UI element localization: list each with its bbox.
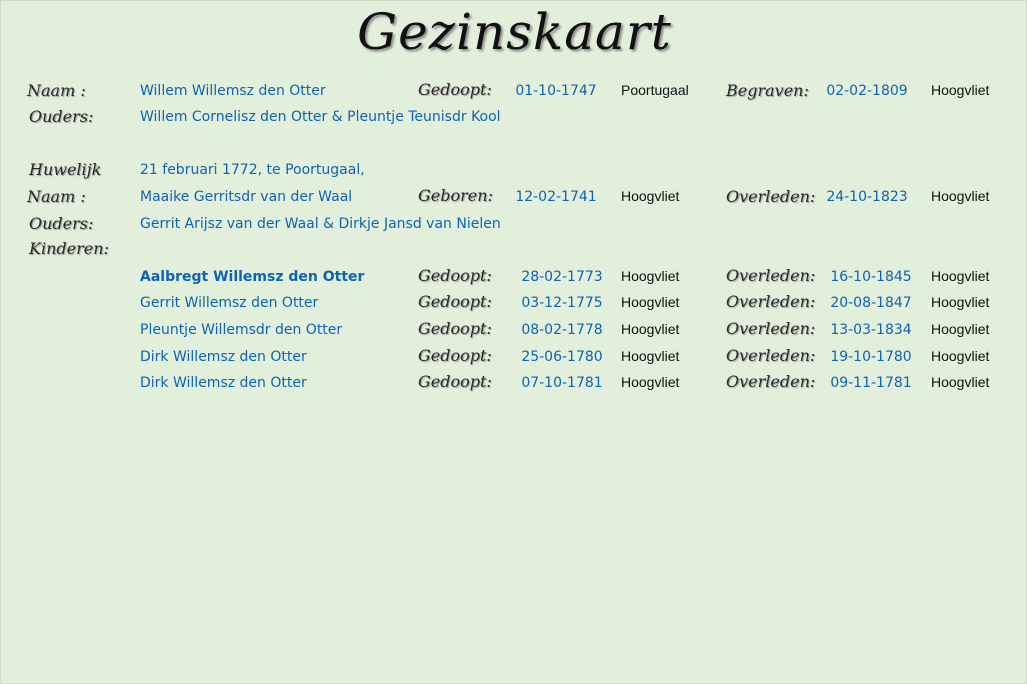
family-card: Gezinskaart Naam : Willem Willemsz den O… [0, 0, 1027, 684]
child-died-place: Hoogvliet [931, 374, 990, 390]
child-name: Pleuntje Willemsdr den Otter [140, 322, 343, 338]
spouse-died-place: Hoogvliet [931, 188, 990, 204]
person-buried-date: 02-02-1809 [826, 83, 908, 99]
spouse-parents: Gerrit Arijsz van der Waal & Dirkje Jans… [140, 216, 501, 232]
child-baptized-place: Hoogvliet [621, 321, 680, 337]
child-name: Dirk Willemsz den Otter [140, 375, 307, 391]
child-baptized-label: Gedoopt: [418, 319, 492, 338]
child-baptized-date: 03-12-1775 [521, 295, 603, 311]
spouse-name: Maaike Gerritsdr van der Waal [140, 189, 353, 205]
child-died-label: Overleden: [726, 372, 816, 391]
children-label: Kinderen: [29, 239, 109, 258]
marriage-text: 21 februari 1772, te Poortugaal, [140, 162, 365, 178]
child-name: Gerrit Willemsz den Otter [140, 295, 319, 311]
child-name: Aalbregt Willemsz den Otter [140, 269, 365, 285]
child-died-label: Overleden: [726, 266, 816, 285]
spouse-born-place: Hoogvliet [621, 188, 680, 204]
child-died-date: 19-10-1780 [830, 349, 912, 365]
spouse-died-date: 24-10-1823 [826, 189, 908, 205]
child-name: Dirk Willemsz den Otter [140, 349, 307, 365]
person-baptized-place: Poortugaal [621, 82, 689, 98]
child-baptized-date: 08-02-1778 [521, 322, 603, 338]
child-died-label: Overleden: [726, 292, 816, 311]
child-died-place: Hoogvliet [931, 321, 990, 337]
child-died-date: 20-08-1847 [830, 295, 912, 311]
child-died-date: 16-10-1845 [830, 269, 912, 285]
child-died-place: Hoogvliet [931, 348, 990, 364]
child-baptized-place: Hoogvliet [621, 374, 680, 390]
spouse-died-label: Overleden: [726, 187, 816, 206]
person-baptized-label: Gedoopt: [418, 80, 492, 99]
child-baptized-label: Gedoopt: [418, 346, 492, 365]
person-name: Willem Willemsz den Otter [140, 83, 326, 99]
person-parents: Willem Cornelisz den Otter & Pleuntje Te… [140, 109, 501, 125]
spouse-parents-label: Ouders: [29, 214, 94, 233]
spouse-born-date: 12-02-1741 [515, 189, 597, 205]
child-died-date: 13-03-1834 [830, 322, 912, 338]
person-buried-label: Begraven: [726, 81, 809, 100]
child-baptized-date: 25-06-1780 [521, 349, 603, 365]
child-baptized-label: Gedoopt: [418, 292, 492, 311]
page-title: Gezinskaart [357, 3, 672, 61]
child-baptized-date: 07-10-1781 [521, 375, 603, 391]
child-died-label: Overleden: [726, 319, 816, 338]
child-baptized-place: Hoogvliet [621, 348, 680, 364]
child-baptized-place: Hoogvliet [621, 294, 680, 310]
child-died-label: Overleden: [726, 346, 816, 365]
child-died-date: 09-11-1781 [830, 375, 912, 391]
child-died-place: Hoogvliet [931, 268, 990, 284]
marriage-label: Huwelijk [29, 160, 102, 179]
child-baptized-label: Gedoopt: [418, 372, 492, 391]
child-baptized-place: Hoogvliet [621, 268, 680, 284]
person-baptized-date: 01-10-1747 [515, 83, 597, 99]
spouse-name-label: Naam : [27, 187, 86, 206]
person-buried-place: Hoogvliet [931, 82, 990, 98]
child-baptized-label: Gedoopt: [418, 266, 492, 285]
person-parents-label: Ouders: [29, 107, 94, 126]
person-name-label: Naam : [27, 81, 86, 100]
child-baptized-date: 28-02-1773 [521, 269, 603, 285]
child-died-place: Hoogvliet [931, 294, 990, 310]
spouse-born-label: Geboren: [418, 186, 493, 205]
